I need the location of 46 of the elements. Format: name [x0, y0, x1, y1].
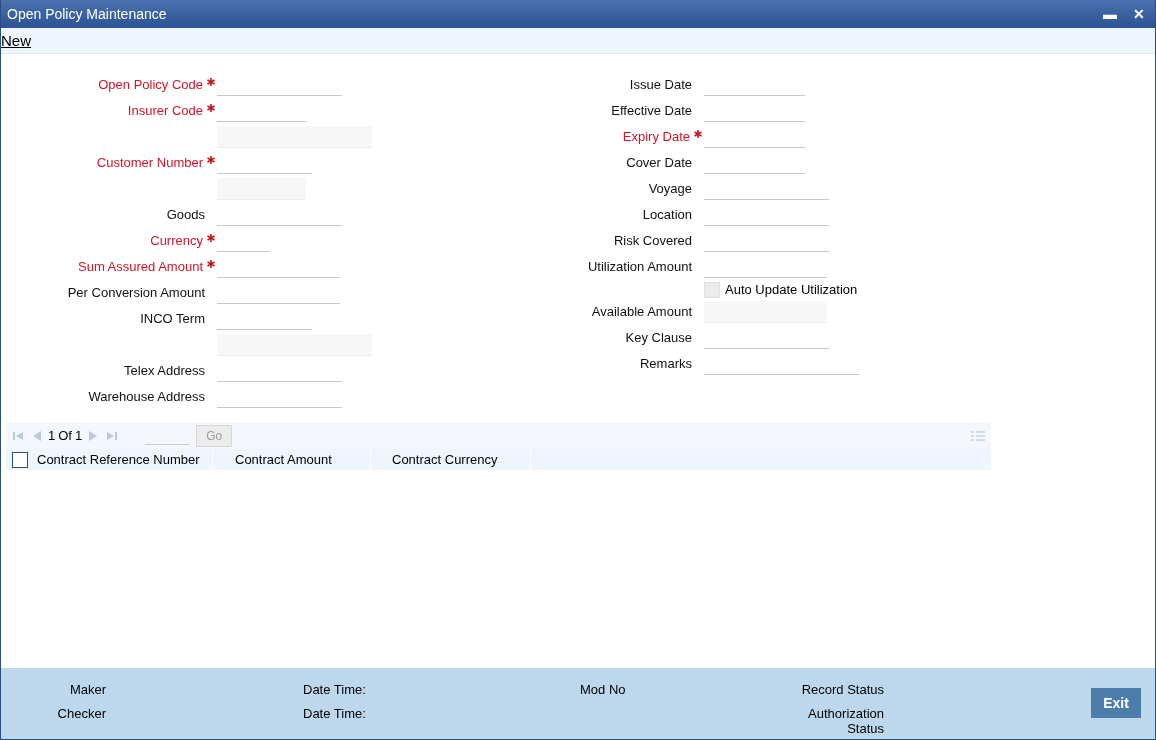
checkbox-label: Auto Update Utilization: [725, 282, 858, 297]
field-label: Open Policy Code: [98, 77, 203, 92]
field-label: Customer Number: [96, 155, 203, 170]
field-label: Utilization Amount: [587, 259, 692, 274]
last-page-icon[interactable]: [106, 429, 119, 442]
window-title: Open Policy Maintenance: [7, 6, 167, 22]
exit-button[interactable]: Exit: [1091, 688, 1141, 718]
field-label: Per Conversion Amount: [67, 285, 205, 300]
audit-label: Authorization Status: [807, 706, 884, 736]
field-label: Telex Address: [124, 363, 205, 378]
field-label: Key Clause: [625, 330, 692, 345]
audit-label: Date Time:: [303, 706, 367, 723]
field-label: Currency: [150, 233, 203, 248]
field-label: Warehouse Address: [88, 389, 205, 404]
list-view-icon[interactable]: [971, 429, 985, 442]
field-label: Expiry Date: [622, 129, 690, 144]
first-page-icon[interactable]: [12, 429, 24, 442]
checkbox[interactable]: [704, 281, 720, 298]
column-header[interactable]: Contract Currency: [371, 449, 531, 470]
field-label: Issue Date: [629, 77, 692, 92]
field-label: Goods: [166, 207, 205, 222]
column-header[interactable]: Contract Reference Number: [37, 449, 213, 470]
field-label: Voyage: [648, 181, 692, 196]
column-header[interactable]: Contract Amount: [213, 449, 371, 470]
field-label: Location: [642, 207, 692, 222]
close-button[interactable]: ✕: [1129, 6, 1149, 22]
audit-label: Checker: [56, 706, 106, 723]
of-label: Of: [58, 428, 72, 443]
field-label: INCO Term: [140, 311, 205, 326]
page-total: 1: [74, 428, 83, 443]
audit-label: Mod No: [580, 682, 627, 697]
select-all-checkbox[interactable]: [12, 451, 28, 468]
audit-label: Maker: [68, 682, 106, 697]
field-label: Remarks: [640, 356, 692, 371]
field-label: Cover Date: [626, 155, 692, 170]
audit-label: Record Status: [800, 682, 884, 697]
field-label: Risk Covered: [613, 233, 692, 248]
new-link[interactable]: New: [1, 32, 31, 49]
field-label: Sum Assured Amount: [78, 259, 203, 274]
audit-label: Date Time:: [303, 682, 367, 697]
minimize-button[interactable]: ▬: [1099, 6, 1121, 22]
field-label: Effective Date: [611, 103, 692, 118]
field-label: Available Amount: [591, 304, 692, 319]
previous-page-icon[interactable]: [31, 429, 43, 442]
field-label: Insurer Code: [127, 103, 203, 118]
page-number: 1: [48, 428, 56, 443]
